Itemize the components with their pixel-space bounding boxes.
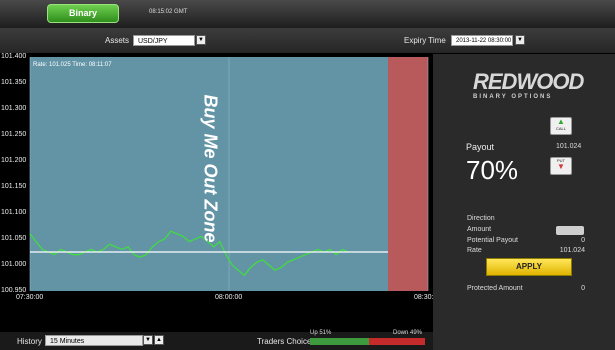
amount-label: Amount bbox=[467, 226, 492, 233]
history-label: History bbox=[17, 337, 42, 346]
x-tick-label: 07:30:00 bbox=[16, 294, 44, 301]
apply-button[interactable]: APPLY bbox=[486, 258, 572, 276]
traders-up-label: Up 51% bbox=[310, 330, 332, 336]
history-up-arrow-icon[interactable]: ▲ bbox=[154, 335, 164, 345]
direction-label: Direction bbox=[467, 215, 495, 222]
price-series-line bbox=[29, 230, 349, 277]
y-tick-label: 101.300 bbox=[1, 105, 27, 112]
zone-text: Buy Me Out Zone bbox=[200, 94, 221, 243]
call-button[interactable]: ▲ CALL bbox=[550, 117, 572, 135]
y-tick-label: 101.150 bbox=[1, 183, 27, 190]
payout-label: Payout bbox=[466, 142, 495, 152]
rate-info: Rate: 101.025 Time: 08:11:07 bbox=[33, 62, 112, 68]
call-label: CALL bbox=[555, 126, 566, 131]
logo-subtitle: BINARY OPTIONS bbox=[473, 94, 553, 100]
protected-amount-label: Protected Amount bbox=[467, 285, 523, 292]
put-arrow-icon: ▼ bbox=[557, 162, 565, 171]
rate-value: 101.024 bbox=[559, 247, 585, 254]
potential-payout-label: Potential Payout bbox=[467, 237, 518, 244]
payout-percent: 70% bbox=[466, 155, 519, 185]
y-tick-label: 101.400 bbox=[1, 53, 27, 60]
x-tick-label: 08:00:00 bbox=[215, 294, 243, 301]
y-tick-label: 101.000 bbox=[1, 261, 27, 268]
amount-input[interactable] bbox=[556, 226, 584, 235]
put-button[interactable]: PUT ▼ bbox=[550, 157, 572, 175]
y-tick-label: 101.050 bbox=[1, 235, 27, 242]
traders-down-label: Down 49% bbox=[393, 330, 423, 336]
potential-payout-value: 0 bbox=[581, 237, 585, 244]
y-tick-label: 101.100 bbox=[1, 209, 27, 216]
y-tick-label: 101.250 bbox=[1, 131, 27, 138]
y-tick-label: 101.200 bbox=[1, 157, 27, 164]
history-dropdown-arrow-icon[interactable]: ▼ bbox=[143, 335, 153, 345]
redwood-logo: REDWOOD bbox=[473, 69, 584, 94]
rate-label: Rate bbox=[467, 247, 482, 254]
y-tick-label: 100.950 bbox=[1, 287, 27, 294]
traders-up-fill bbox=[310, 338, 369, 345]
history-select[interactable]: 15 Minutes bbox=[45, 335, 143, 346]
payout-rate: 101.024 bbox=[556, 143, 582, 150]
traders-choice-label: Traders Choice bbox=[257, 337, 312, 346]
y-tick-label: 101.350 bbox=[1, 79, 27, 86]
traders-choice-bar bbox=[310, 338, 425, 345]
call-arrow-icon: ▲ bbox=[557, 117, 565, 126]
protected-amount-value: 0 bbox=[581, 285, 585, 292]
